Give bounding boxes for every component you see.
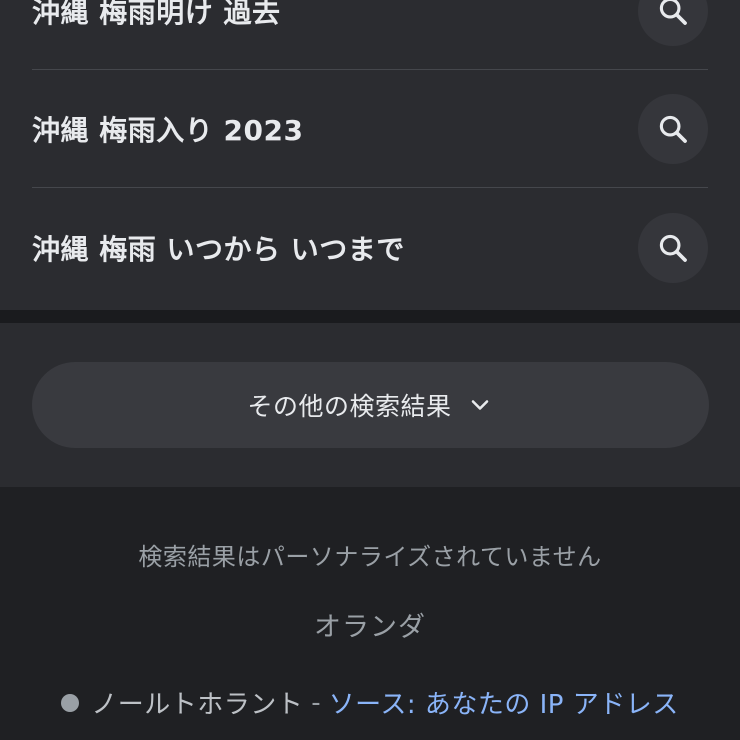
chevron-down-icon — [471, 400, 488, 410]
related-search-button[interactable] — [638, 0, 708, 46]
related-search-item[interactable]: 沖縄 梅雨入り 2023 — [32, 70, 708, 188]
related-search-button[interactable] — [638, 93, 708, 164]
related-search-text: 沖縄 梅雨明け 過去 — [32, 0, 281, 29]
more-results-section: その他の検索結果 — [0, 323, 740, 487]
related-search-item[interactable]: 沖縄 梅雨明け 過去 — [32, 0, 708, 70]
more-results-button[interactable]: その他の検索結果 — [32, 362, 709, 448]
search-icon — [659, 115, 687, 143]
location-separator: - — [311, 687, 321, 718]
personalization-note: 検索結果はパーソナライズされていません — [138, 543, 602, 571]
related-searches-card: 沖縄 梅雨明け 過去 沖縄 梅雨入り 2023 沖縄 梅雨 いつから いつまで — [0, 0, 740, 310]
page-footer: 検索結果はパーソナライズされていません オランダ ノールトホラント - ソース:… — [0, 487, 740, 740]
related-search-text: 沖縄 梅雨 いつから いつまで — [32, 233, 405, 266]
section-divider — [0, 310, 740, 323]
more-results-label: その他の検索結果 — [247, 392, 452, 421]
related-search-button[interactable] — [638, 213, 708, 283]
footer-country: オランダ — [314, 612, 426, 643]
related-search-text: 沖縄 梅雨入り 2023 — [32, 113, 304, 147]
location-dot-icon — [61, 693, 80, 712]
location-city: ノールトホラント — [91, 690, 304, 720]
location-source-link[interactable]: ソース: あなたの IP アドレス — [329, 684, 679, 721]
search-icon — [659, 234, 687, 262]
related-search-item[interactable]: 沖縄 梅雨 いつから いつまで — [32, 189, 708, 307]
footer-location: ノールトホラント - ソース: あなたの IP アドレス — [0, 684, 740, 721]
search-icon — [659, 0, 687, 25]
search-results-page: 沖縄 梅雨明け 過去 沖縄 梅雨入り 2023 沖縄 梅雨 いつから いつまで — [0, 0, 740, 740]
